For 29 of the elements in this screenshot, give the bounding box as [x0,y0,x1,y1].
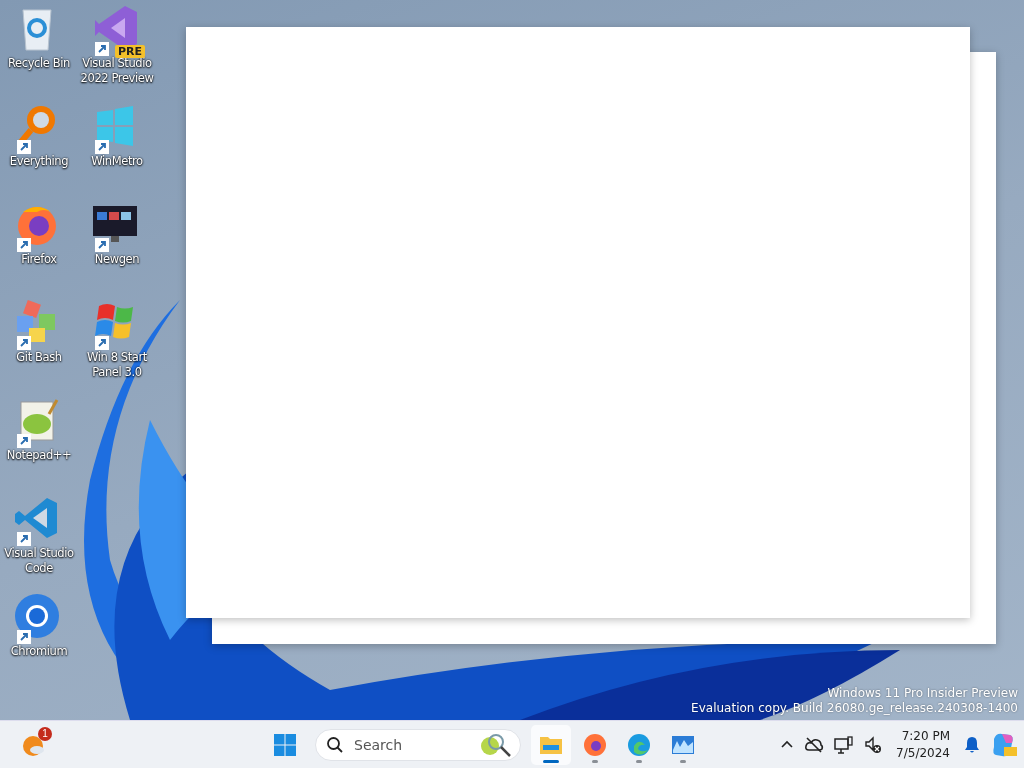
desktop-icon-label[interactable]: Everything [0,154,79,169]
search-input[interactable]: Search [352,736,470,754]
widgets-button[interactable]: 1 [14,724,54,765]
desktop-icon-label[interactable]: Notepad++ [0,448,79,463]
chromium-icon [13,592,61,640]
search-icon [326,736,344,754]
evaluation-watermark-text: Windows 11 Pro Insider Preview [827,686,1018,701]
desktop-icon-label[interactable]: Recycle Bin [0,56,79,71]
edge-icon [626,732,652,758]
desktop-icon-label[interactable]: Newgen [77,252,157,267]
windows-logo-icon [273,733,297,757]
preview-badge: PRE [114,45,145,58]
desktop-icon-label[interactable]: Visual Studio Code [0,546,79,576]
network-icon[interactable] [834,735,855,755]
evaluation-watermark-text: Evaluation copy. Build 26080.ge_release.240308-1400 [691,701,1018,716]
cloud-off-icon[interactable] [804,736,825,754]
desktop-icon-label[interactable]: WinMetro [77,154,157,169]
taskbar-app-button[interactable] [531,725,571,765]
clock[interactable]: 7:20 PM 7/5/2024 [892,728,954,762]
notification-count-badge: 1 [38,726,52,741]
search-bar[interactable]: Search [315,729,521,761]
desktop-icon-label[interactable]: Visual Studio 2022 Preview [77,56,157,86]
speaker-muted-icon[interactable] [864,736,883,754]
tennis-racket-icon [478,732,512,758]
bell-icon[interactable] [964,736,980,754]
desktop-icon-label[interactable]: Git Bash [0,350,79,365]
desktop-icon-label[interactable]: Firefox [0,252,79,267]
firefox-icon [582,732,608,758]
desktop-icon-label[interactable]: Chromium [0,644,79,659]
